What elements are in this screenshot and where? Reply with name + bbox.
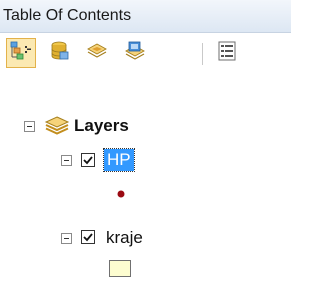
layers-visibility-icon [86, 40, 108, 67]
database-icon [48, 40, 70, 67]
toc-title-bar: Table Of Contents [0, 0, 291, 33]
checkmark-icon [83, 156, 93, 165]
toc-title: Table Of Contents [3, 7, 132, 24]
layers-collapse-toggle[interactable] [24, 121, 35, 132]
layers-root-label[interactable]: Layers [74, 116, 129, 136]
drawing-order-icon [10, 40, 32, 67]
toc-toolbar [0, 33, 291, 73]
options-button[interactable] [212, 38, 242, 68]
list-by-source-button[interactable] [44, 38, 74, 68]
list-by-drawing-order-button[interactable] [6, 38, 36, 68]
point-symbol-icon [116, 186, 126, 204]
layer-kraje-collapse-toggle[interactable] [61, 233, 72, 244]
layer-hp-label[interactable]: HP [103, 148, 135, 172]
options-icon [216, 40, 238, 67]
layers-icon [44, 114, 70, 143]
layer-kraje-label[interactable]: kraje [106, 228, 143, 248]
checkmark-icon [83, 233, 93, 242]
layer-kraje-visibility-checkbox[interactable] [81, 230, 95, 244]
layer-hp-visibility-checkbox[interactable] [81, 153, 95, 167]
list-by-visibility-button[interactable] [82, 38, 112, 68]
toolbar-separator [202, 43, 203, 65]
selection-icon [124, 40, 146, 67]
polygon-symbol-icon [109, 260, 131, 282]
layer-hp-collapse-toggle[interactable] [61, 155, 72, 166]
list-by-selection-button[interactable] [120, 38, 150, 68]
